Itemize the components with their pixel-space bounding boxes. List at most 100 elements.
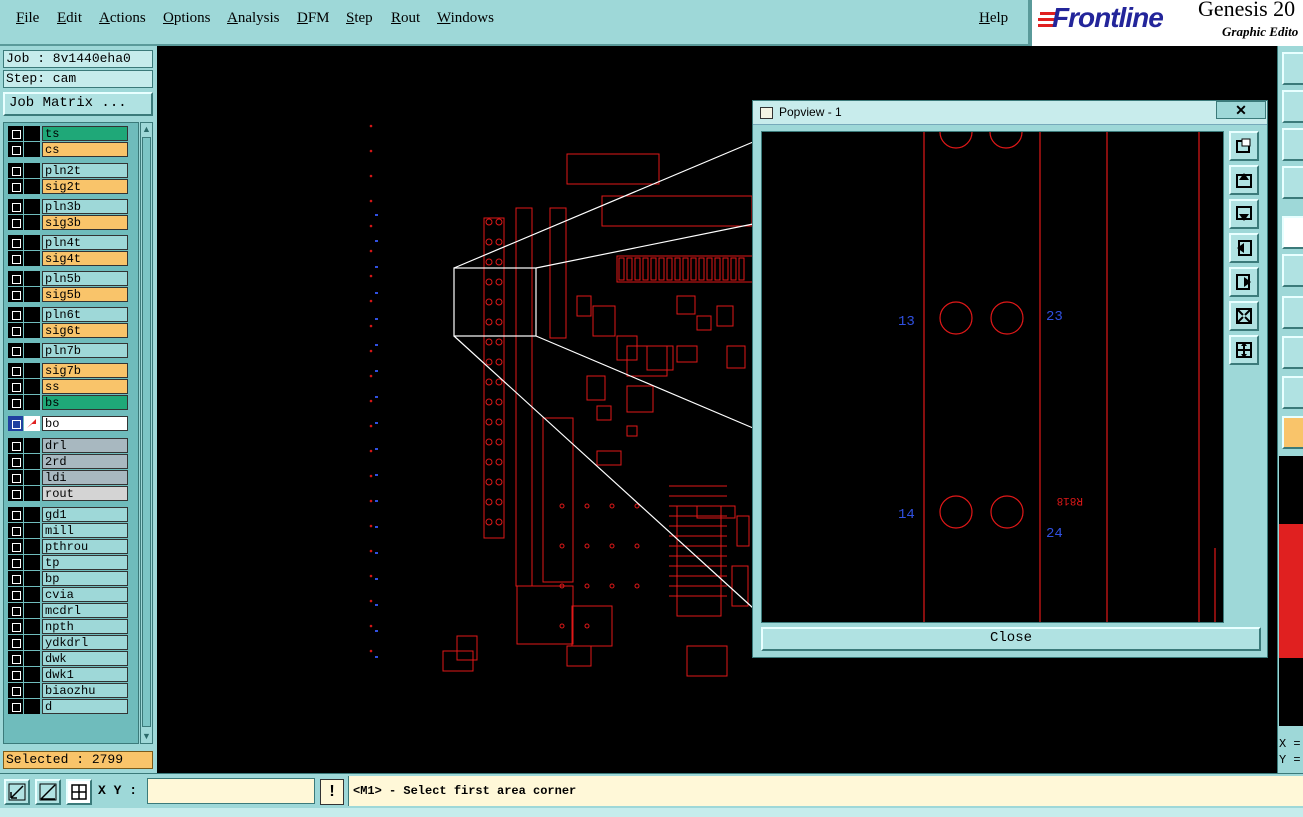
measure-mode-button[interactable] bbox=[35, 779, 61, 805]
exclamation-button[interactable]: ! bbox=[320, 779, 344, 805]
right-tool-angle-button[interactable] bbox=[1282, 376, 1303, 409]
pan-left-button[interactable] bbox=[1229, 233, 1259, 263]
menu-step[interactable]: Step bbox=[346, 10, 373, 27]
pan-up-button[interactable] bbox=[1229, 165, 1259, 195]
layer-checkbox[interactable] bbox=[8, 603, 23, 618]
layer-row-sig3b[interactable]: sig3b bbox=[6, 215, 128, 230]
layer-checkbox[interactable] bbox=[8, 307, 23, 322]
layer-row-sig5b[interactable]: sig5b bbox=[6, 287, 128, 302]
layer-checkbox[interactable] bbox=[8, 667, 23, 682]
layer-row-sig7b[interactable]: sig7b bbox=[6, 363, 128, 378]
job-matrix-button[interactable]: Job Matrix ... bbox=[3, 92, 153, 116]
layer-checkbox[interactable] bbox=[8, 363, 23, 378]
popview-drawing[interactable]: 13 23 14 24 R818 bbox=[762, 131, 1223, 622]
layer-row-mill[interactable]: mill bbox=[6, 523, 128, 538]
zoom-window-button[interactable] bbox=[1229, 131, 1259, 161]
layer-row-pln6t[interactable]: pln6t bbox=[6, 307, 128, 322]
popview-canvas[interactable]: 13 23 14 24 R818 bbox=[761, 131, 1224, 623]
layer-checkbox[interactable] bbox=[8, 470, 23, 485]
layer-row-npth[interactable]: npth bbox=[6, 619, 128, 634]
layer-checkbox[interactable] bbox=[8, 486, 23, 501]
layer-row-bo[interactable]: bo bbox=[6, 416, 128, 431]
pan-right-button[interactable] bbox=[1229, 267, 1259, 297]
layer-row-cs[interactable]: cs bbox=[6, 142, 128, 157]
right-tool-snap-button[interactable] bbox=[1282, 336, 1303, 369]
layer-checkbox[interactable] bbox=[8, 343, 23, 358]
layer-row-sig4t[interactable]: sig4t bbox=[6, 251, 128, 266]
layer-scrollbar[interactable]: ▲ ▼ bbox=[140, 122, 153, 744]
popview-titlebar[interactable]: Popview - 1 ✕ bbox=[753, 101, 1267, 125]
layer-row-dwk[interactable]: dwk bbox=[6, 651, 128, 666]
layer-row-dwk1[interactable]: dwk1 bbox=[6, 667, 128, 682]
layer-checkbox[interactable] bbox=[8, 323, 23, 338]
layer-row-pln2t[interactable]: pln2t bbox=[6, 163, 128, 178]
layer-row-cvia[interactable]: cvia bbox=[6, 587, 128, 602]
right-tool-3-button[interactable] bbox=[1282, 128, 1303, 161]
zoom-in-button[interactable] bbox=[1229, 301, 1259, 331]
layer-checkbox[interactable] bbox=[8, 523, 23, 538]
menu-rout[interactable]: Rout bbox=[391, 10, 420, 27]
layer-row-tp[interactable]: tp bbox=[6, 555, 128, 570]
layer-row-gd1[interactable]: gd1 bbox=[6, 507, 128, 522]
popview-close-button[interactable]: Close bbox=[761, 627, 1261, 651]
layer-checkbox[interactable] bbox=[8, 215, 23, 230]
layer-row-pln4t[interactable]: pln4t bbox=[6, 235, 128, 250]
layer-scroll-thumb[interactable] bbox=[142, 137, 151, 727]
layer-checkbox[interactable] bbox=[8, 287, 23, 302]
menu-options[interactable]: Options bbox=[163, 10, 211, 27]
layer-checkbox[interactable] bbox=[8, 199, 23, 214]
close-icon[interactable]: ✕ bbox=[1216, 101, 1266, 119]
right-tool-select-button[interactable] bbox=[1282, 416, 1303, 449]
layer-row-ts[interactable]: ts bbox=[6, 126, 128, 141]
layer-checkbox[interactable] bbox=[8, 438, 23, 453]
layer-checkbox[interactable] bbox=[8, 635, 23, 650]
right-tool-4-button[interactable] bbox=[1282, 166, 1303, 199]
layer-row-sig6t[interactable]: sig6t bbox=[6, 323, 128, 338]
menu-file[interactable]: File bbox=[16, 10, 39, 27]
zoom-out-button[interactable] bbox=[1229, 335, 1259, 365]
layer-row-2rd[interactable]: 2rd bbox=[6, 454, 128, 469]
layer-checkbox[interactable] bbox=[8, 395, 23, 410]
right-tool-dot-button[interactable] bbox=[1282, 216, 1303, 249]
layer-checkbox[interactable] bbox=[8, 163, 23, 178]
layer-checkbox[interactable] bbox=[8, 179, 23, 194]
layer-row-ldi[interactable]: ldi bbox=[6, 470, 128, 485]
layer-checkbox[interactable] bbox=[8, 539, 23, 554]
layer-checkbox[interactable] bbox=[8, 651, 23, 666]
layer-checkbox[interactable] bbox=[8, 235, 23, 250]
layer-row-ydkdrl[interactable]: ydkdrl bbox=[6, 635, 128, 650]
layer-checkbox[interactable] bbox=[8, 416, 23, 431]
menu-dfm[interactable]: DFM bbox=[297, 10, 330, 27]
layer-row-ss[interactable]: ss bbox=[6, 379, 128, 394]
layer-checkbox[interactable] bbox=[8, 251, 23, 266]
layer-checkbox[interactable] bbox=[8, 571, 23, 586]
scroll-up-icon[interactable]: ▲ bbox=[142, 123, 151, 135]
menu-help[interactable]: Help bbox=[979, 10, 1008, 27]
layer-row-pln3b[interactable]: pln3b bbox=[6, 199, 128, 214]
layer-checkbox[interactable] bbox=[8, 454, 23, 469]
layer-checkbox[interactable] bbox=[8, 699, 23, 714]
layer-row-d[interactable]: d bbox=[6, 699, 128, 714]
layer-row-pthrou[interactable]: pthrou bbox=[6, 539, 128, 554]
layer-checkbox[interactable] bbox=[8, 126, 23, 141]
layer-checkbox[interactable] bbox=[8, 507, 23, 522]
menu-edit[interactable]: Edit bbox=[57, 10, 82, 27]
layer-row-rout[interactable]: rout bbox=[6, 486, 128, 501]
xy-coordinate-input[interactable] bbox=[147, 778, 315, 804]
menu-windows[interactable]: Windows bbox=[437, 10, 494, 27]
layer-checkbox[interactable] bbox=[8, 555, 23, 570]
layer-checkbox[interactable] bbox=[8, 683, 23, 698]
pan-down-button[interactable] bbox=[1229, 199, 1259, 229]
menu-analysis[interactable]: Analysis bbox=[227, 10, 280, 27]
layer-checkbox[interactable] bbox=[8, 619, 23, 634]
layer-checkbox[interactable] bbox=[8, 587, 23, 602]
grid-snap-button[interactable] bbox=[66, 779, 92, 805]
scroll-down-icon[interactable]: ▼ bbox=[142, 730, 151, 742]
layer-row-mcdrl[interactable]: mcdrl bbox=[6, 603, 128, 618]
layer-row-pln5b[interactable]: pln5b bbox=[6, 271, 128, 286]
layer-checkbox[interactable] bbox=[8, 142, 23, 157]
layer-row-sig2t[interactable]: sig2t bbox=[6, 179, 128, 194]
menu-actions[interactable]: Actions bbox=[99, 10, 146, 27]
select-mode-button[interactable] bbox=[4, 779, 30, 805]
layer-checkbox[interactable] bbox=[8, 379, 23, 394]
